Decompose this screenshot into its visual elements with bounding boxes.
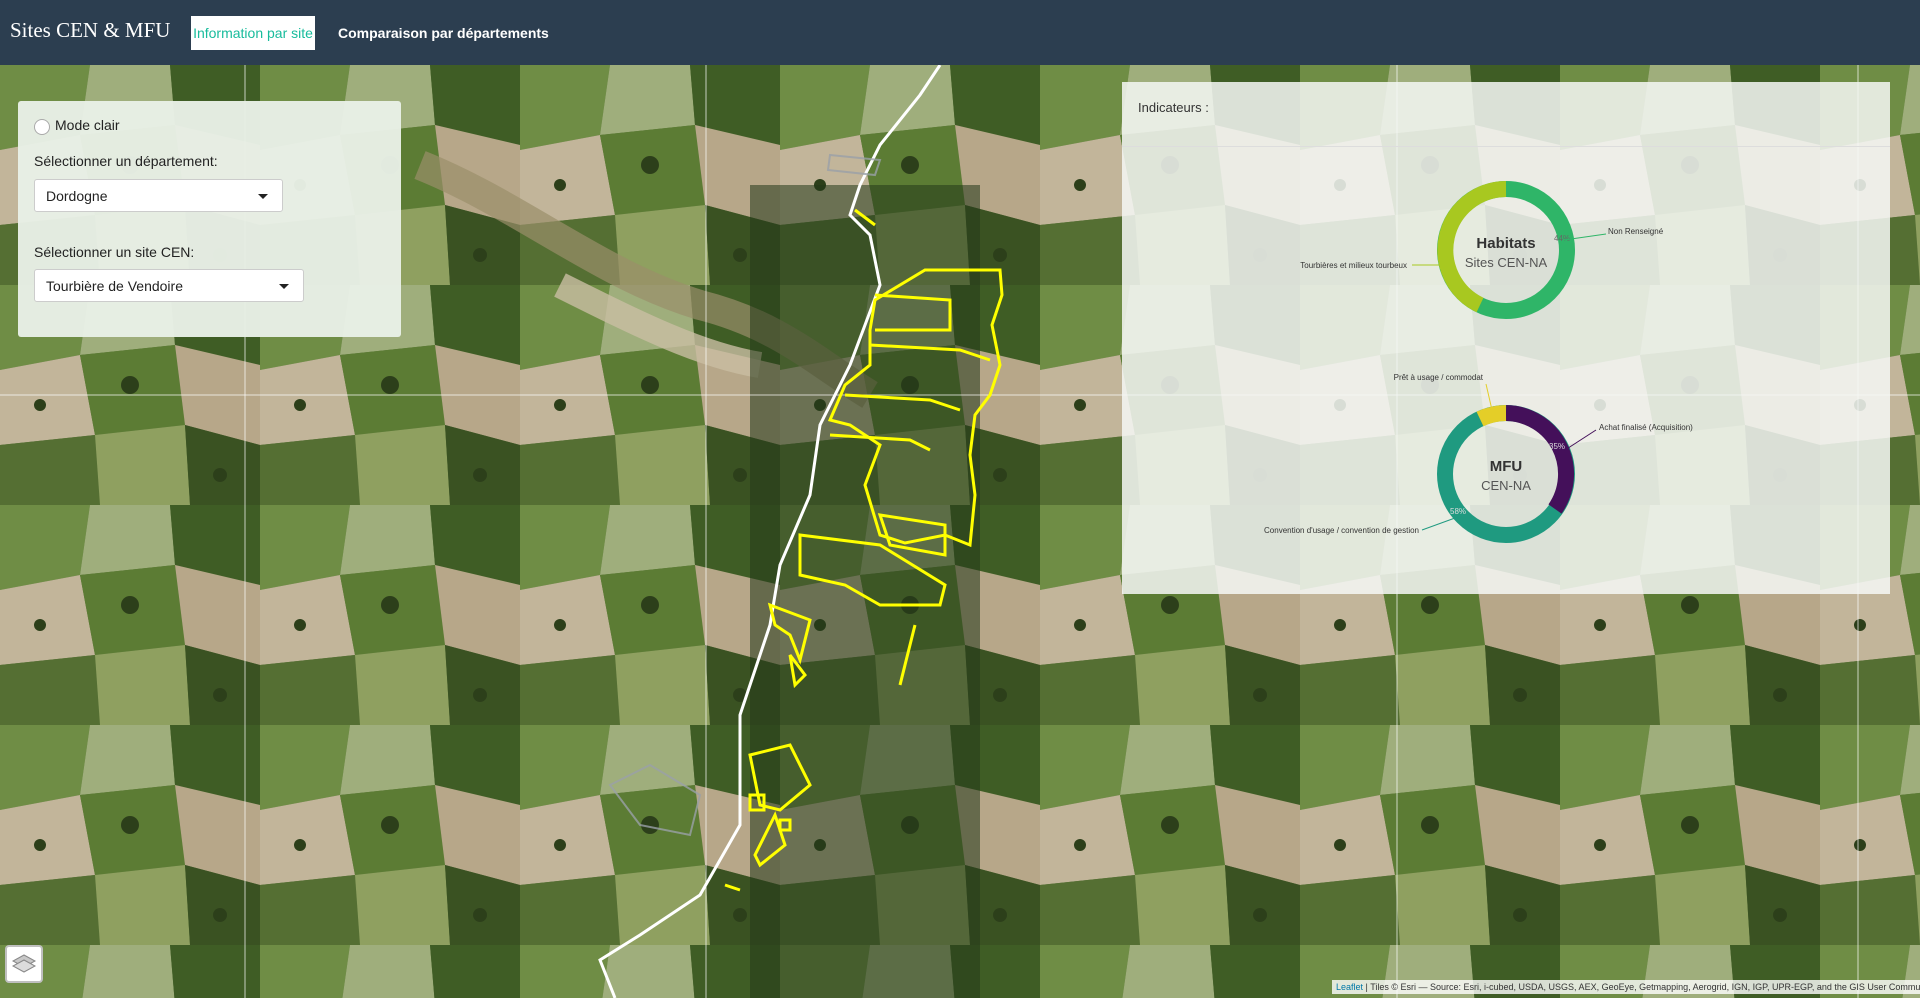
mfu-label-achat: Achat finalisé (Acquisition) <box>1599 423 1693 432</box>
habitats-label-tourbieres: Tourbières et milieux tourbeux <box>1300 261 1407 270</box>
site-cen-label: Sélectionner un site CEN: <box>34 244 195 260</box>
indicators-charts: Habitats Sites CEN-NA 44% Non Renseigné … <box>1264 181 1693 543</box>
navbar: Sites CEN & MFU Information par site Com… <box>0 0 1920 65</box>
mfu-pct-achat: 35% <box>1549 442 1565 451</box>
habitats-title: Habitats <box>1476 235 1535 252</box>
habitats-pct-label: 44% <box>1554 234 1570 243</box>
mfu-pct-convention: 58% <box>1450 507 1466 516</box>
controls-panel: Mode clair Sélectionner un département: … <box>18 101 401 337</box>
departement-label: Sélectionner un département: <box>34 153 218 169</box>
departement-select[interactable]: Dordogne <box>34 179 283 212</box>
tab-comparaison-par-departements[interactable]: Comparaison par départements <box>330 16 557 50</box>
site-cen-value: Tourbière de Vendoire <box>46 278 183 294</box>
mode-clair-label: Mode clair <box>55 117 120 133</box>
mfu-donut[interactable]: MFU CEN-NA 35% 58% Achat finalisé (Acqui… <box>1264 373 1693 543</box>
mfu-label-pret: Prêt à usage / commodat <box>1394 373 1484 382</box>
mode-clair-radio[interactable] <box>34 119 50 135</box>
departement-value: Dordogne <box>46 188 108 204</box>
tiles-attribution: | Tiles © Esri — Source: Esri, i-cubed, … <box>1363 982 1920 992</box>
habitats-donut[interactable]: Habitats Sites CEN-NA 44% Non Renseigné … <box>1300 181 1664 319</box>
caret-down-icon <box>258 194 268 199</box>
leaflet-link[interactable]: Leaflet <box>1336 982 1363 992</box>
layers-icon <box>11 954 37 973</box>
mfu-slice-pret <box>1476 405 1507 427</box>
app-title: Sites CEN & MFU <box>10 18 171 42</box>
mfu-label-convention: Convention d'usage / convention de gesti… <box>1264 526 1419 535</box>
layers-control-button[interactable] <box>5 945 43 983</box>
map-attribution: Leaflet | Tiles © Esri — Source: Esri, i… <box>1332 980 1920 994</box>
site-cen-select[interactable]: Tourbière de Vendoire <box>34 269 304 302</box>
caret-down-icon <box>279 284 289 289</box>
tab-information-par-site[interactable]: Information par site <box>191 16 315 50</box>
habitats-label-non-renseigne: Non Renseigné <box>1608 227 1664 236</box>
indicators-panel: Indicateurs : Habitats Sites CEN-NA 44% … <box>1122 82 1890 594</box>
habitats-subtitle: Sites CEN-NA <box>1465 255 1548 270</box>
mfu-title: MFU <box>1490 458 1523 475</box>
mfu-subtitle: CEN-NA <box>1481 478 1531 493</box>
